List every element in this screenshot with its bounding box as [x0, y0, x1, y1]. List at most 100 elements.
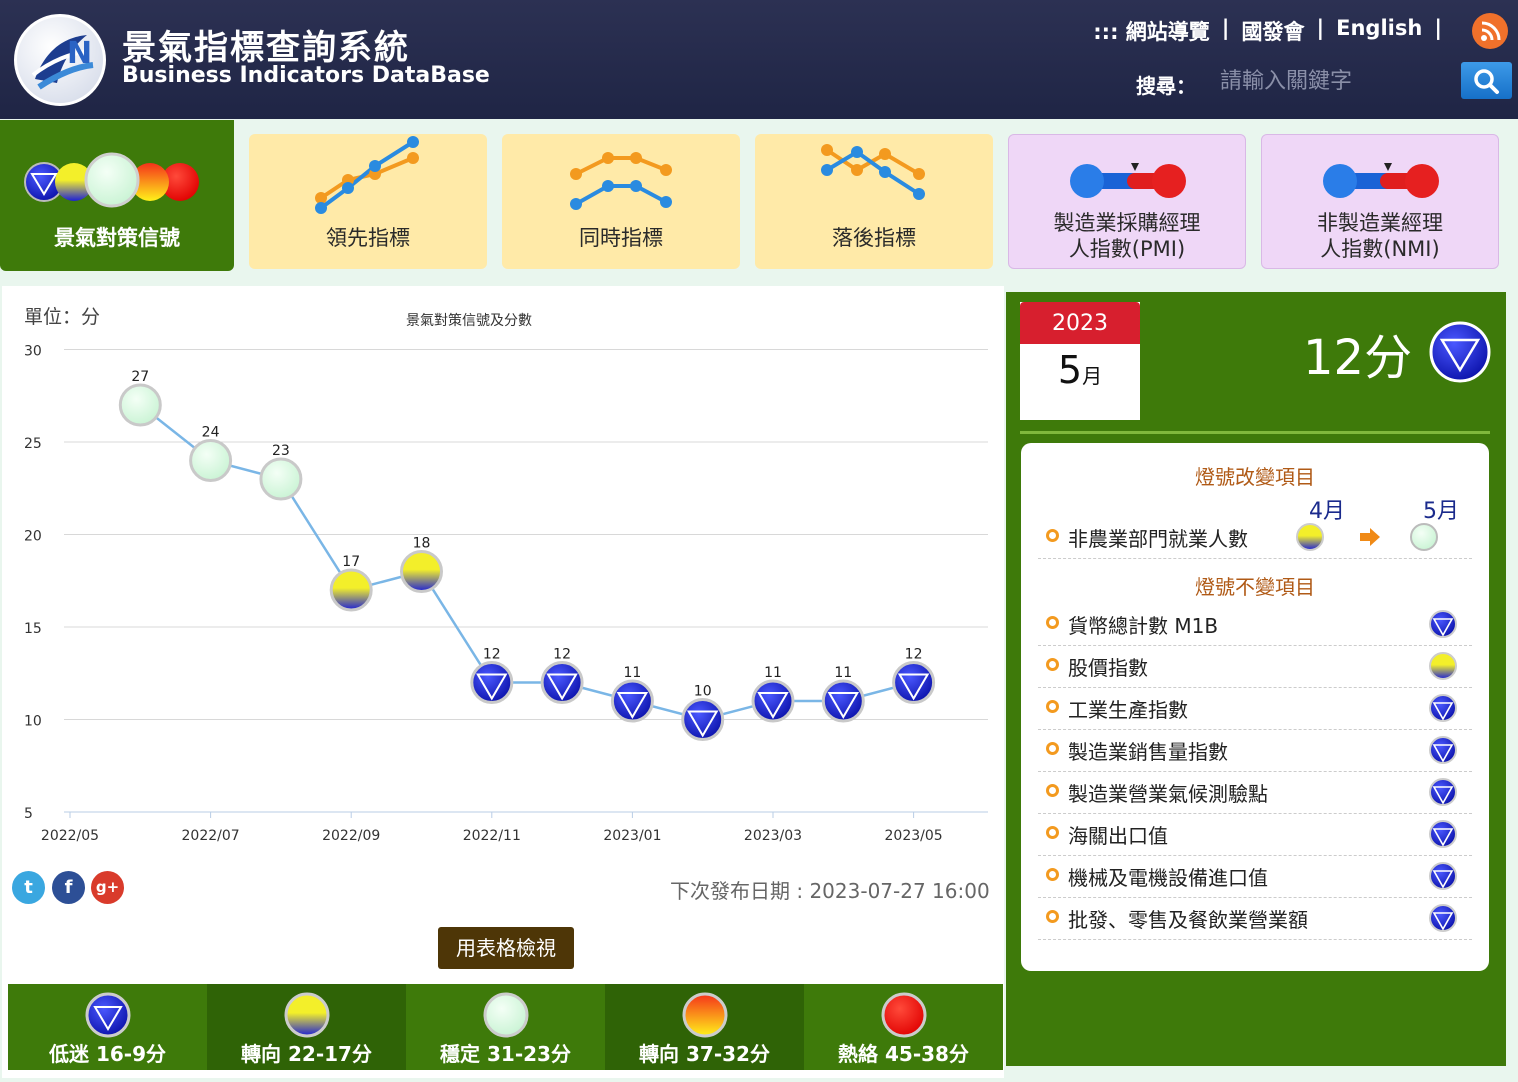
site-header: N 景氣指標查詢系統 Business Indicators DataBase … [0, 0, 1518, 119]
search-button[interactable] [1461, 62, 1512, 99]
unchanged-item: 製造業營業氣候測驗點 [1038, 772, 1472, 814]
bullet-icon [1046, 910, 1059, 923]
x-tick-label: 2023/03 [744, 828, 802, 844]
x-tick-label: 2022/11 [463, 828, 521, 844]
data-label: 23 [272, 443, 290, 459]
bullet-icon [1046, 529, 1059, 542]
y-tick-label: 10 [24, 714, 42, 730]
legend-stable: 穩定 31-23分 [406, 984, 605, 1070]
tab-leading-index[interactable]: 領先指標 [249, 134, 487, 269]
data-point [610, 679, 654, 723]
bullet-icon [1046, 868, 1059, 881]
yellow-blue-light-icon [1429, 652, 1457, 680]
y-tick-label: 15 [24, 621, 42, 637]
site-title: 景氣指標查詢系統 [122, 28, 410, 68]
signal-score-chart: 5 10 15 20 25 30 2022/05 2022/07 2022/09 2022/11 2… [24, 344, 988, 844]
blue-light-icon [1429, 820, 1457, 848]
bullet-icon [1046, 616, 1059, 629]
ndc-logo[interactable]: N [14, 14, 106, 106]
tab-lagging-index[interactable]: 落後指標 [755, 134, 993, 269]
data-label: 17 [342, 554, 360, 570]
blue-light-icon [1429, 610, 1457, 638]
bullet-icon [1046, 742, 1059, 755]
thermometer-icon [1323, 163, 1439, 198]
bullet-icon [1046, 826, 1059, 839]
tab-label: 落後指標 [832, 226, 916, 250]
x-tick-label: 2022/05 [41, 828, 99, 844]
lagging-chart-icon [821, 144, 925, 200]
twitter-icon: t [24, 877, 33, 898]
blue-light-icon [1429, 778, 1457, 806]
blue-light-icon [85, 992, 130, 1038]
next-release-date: 下次發布日期 : 2023-07-27 16:00 [670, 879, 990, 903]
chart-title: 景氣對策信號及分數 [406, 313, 532, 329]
data-point [681, 698, 725, 741]
data-label: 12 [553, 647, 571, 663]
legend-booming: 熱絡 45-38分 [804, 984, 1003, 1070]
nav-ndc-link[interactable]: 國發會 [1241, 16, 1304, 46]
data-label: 27 [131, 369, 149, 385]
data-point [892, 661, 936, 704]
tab-coincident-index[interactable]: 同時指標 [502, 134, 740, 269]
tab-label: 非製造業經理 人指數(NMI) [1317, 211, 1443, 261]
tab-business-signal[interactable]: 景氣對策信號 [0, 120, 234, 271]
tab-pmi[interactable]: 製造業採購經理 人指數(PMI) [1008, 134, 1246, 269]
twitter-button[interactable]: t [12, 871, 45, 904]
table-view-button[interactable]: 用表格檢視 [438, 927, 574, 969]
data-label: 12 [905, 647, 923, 663]
data-point [751, 679, 795, 723]
unchanged-item: 機械及電機設備進口值 [1038, 856, 1472, 898]
y-tick-label: 20 [24, 529, 42, 545]
search-input[interactable] [1212, 62, 1452, 100]
calendar-year: 2023 [1020, 302, 1140, 344]
google-plus-icon: g+ [95, 878, 120, 896]
current-score: 12分 [1303, 330, 1413, 386]
nav-sitemap-link[interactable]: ::: 網站導覽 [1093, 16, 1210, 46]
unchanged-item: 工業生產指數 [1038, 688, 1472, 730]
unchanged-item: 貨幣總計數 M1B [1038, 604, 1472, 646]
thermometer-icon [1070, 163, 1186, 198]
tab-label: 景氣對策信號 [54, 226, 180, 250]
leading-chart-icon [315, 136, 419, 214]
top-nav: ::: 網站導覽 | 國發會 | English | [1093, 16, 1442, 46]
data-label: 11 [834, 665, 852, 681]
divider [1020, 431, 1490, 434]
legend-low: 低迷 16-9分 [8, 984, 207, 1070]
site-subtitle: Business Indicators DataBase [122, 63, 490, 88]
changed-items-title: 燈號改變項目 [1195, 465, 1315, 489]
search-label: 搜尋： [1136, 74, 1196, 98]
unit-label: 單位：分 [24, 306, 101, 328]
rss-button[interactable] [1472, 13, 1508, 49]
green-light-icon [483, 992, 528, 1038]
unchanged-items-title: 燈號不變項目 [1195, 575, 1315, 599]
bullet-icon [1046, 658, 1059, 671]
data-point [470, 661, 514, 704]
x-tick-label: 2023/05 [885, 828, 943, 844]
data-point [400, 550, 443, 593]
data-point [118, 383, 162, 427]
nav-english-link[interactable]: English [1336, 16, 1422, 46]
unchanged-item: 股價指數 [1038, 646, 1472, 688]
y-tick-label: 5 [24, 806, 33, 822]
tab-label: 同時指標 [579, 226, 663, 250]
data-label: 10 [694, 684, 712, 700]
data-label: 24 [202, 425, 220, 441]
tab-nmi[interactable]: 非製造業經理 人指數(NMI) [1261, 134, 1499, 269]
yellow-blue-light-icon [284, 992, 329, 1038]
unchanged-item: 製造業銷售量指數 [1038, 730, 1472, 772]
data-label: 18 [413, 536, 431, 552]
tab-label: 製造業採購經理 人指數(PMI) [1053, 211, 1201, 261]
arrow-right-icon [1360, 528, 1380, 546]
unchanged-item: 批發、零售及餐飲業營業額 [1038, 898, 1472, 940]
data-label: 11 [623, 665, 641, 681]
bullet-icon [1046, 700, 1059, 713]
logo-icon: N [31, 35, 94, 90]
google-plus-button[interactable]: g+ [91, 871, 124, 904]
data-point [329, 568, 373, 612]
search-icon [1474, 69, 1499, 94]
x-tick-label: 2022/07 [182, 828, 240, 844]
data-point [540, 661, 584, 704]
tab-label: 領先指標 [326, 226, 410, 250]
facebook-button[interactable]: f [52, 871, 85, 904]
current-blue-light-icon [1429, 321, 1491, 383]
